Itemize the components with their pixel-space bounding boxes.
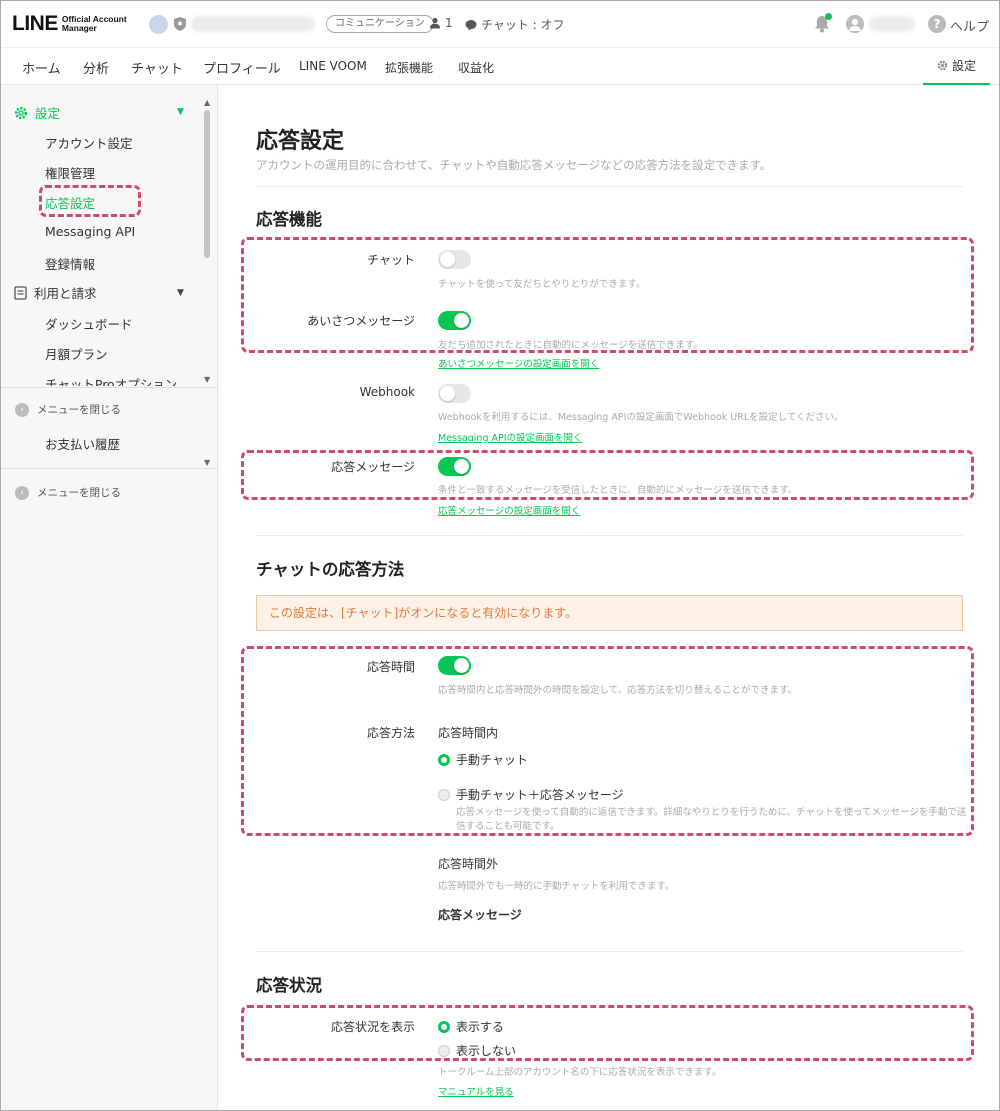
close-menu-label: メニューを閉じる [37,487,121,499]
main-nav: ホーム 分析 チャット プロフィール LINE VOOM 拡張機能 収益化 設定 [1,47,999,85]
chevron-down-icon[interactable]: ▼ [177,107,184,117]
section-title-response-features: 応答機能 [256,210,322,229]
divider [256,951,963,952]
nav-line-voom[interactable]: LINE VOOM [299,59,367,73]
section-title-chat-response: チャットの応答方法 [256,560,405,579]
logo-subtext: Official Account Manager [61,14,127,33]
nav-home[interactable]: ホーム [22,58,61,77]
sidebar-group-settings[interactable]: 設定 [14,103,60,122]
sidebar-item-permissions[interactable]: 権限管理 [45,163,95,182]
sidebar-item-payment-history[interactable]: お支払い履歴 [45,434,120,453]
sidebar-item-monthly-plan[interactable]: 月額プラン [45,344,108,363]
chat-bubble-icon [465,19,477,30]
section-title-response-status: 応答状況 [256,976,322,995]
nav-settings-tab[interactable]: 設定 [923,48,990,85]
webhook-description: Webhookを利用するには、Messaging APIの設定画面でWebhoo… [438,412,844,423]
highlight-response-status [241,1005,974,1061]
nav-extensions[interactable]: 拡張機能 [385,59,433,76]
sidebar-item-chat-pro[interactable]: チャットProオプション [45,374,177,386]
highlight-auto-reply [241,450,974,500]
chevron-down-icon[interactable]: ▼ [177,288,184,298]
sidebar-group-billing-label: 利用と請求 [34,286,97,301]
greeting-settings-link[interactable]: あいさつメッセージの設定画面を開く [438,356,599,370]
account-avatar[interactable] [149,15,168,34]
user-name-redacted [869,16,915,32]
divider [256,186,963,187]
highlight-chat-greeting [241,237,974,353]
auto-reply-settings-link[interactable]: 応答メッセージの設定画面を開く [438,503,580,517]
account-name-redacted [191,16,315,32]
highlight-response-hours-method [241,646,974,836]
nav-profile[interactable]: プロフィール [203,58,281,77]
sidebar-item-dashboard[interactable]: ダッシュボード [45,314,133,333]
webhook-toggle[interactable] [438,384,471,403]
help-link[interactable]: ヘルプ [950,16,989,35]
user-avatar[interactable] [846,15,864,33]
sidebar-item-registration-info[interactable]: 登録情報 [45,254,95,273]
gear-icon [937,60,948,71]
page-subtitle: アカウントの運用目的に合わせて、チャットや自動応答メッセージなどの応答方法を設定… [256,158,772,172]
sidebar-divider [1,387,217,388]
sidebar-divider [1,468,217,469]
chevron-left-icon: ‹ [15,485,29,500]
messaging-api-link[interactable]: Messaging APIの設定画面を開く [438,430,583,444]
scroll-up-arrow[interactable]: ▲ [204,99,211,107]
outside-hours-value: 応答メッセージ [438,908,522,922]
divider [256,535,963,536]
sidebar-group-billing[interactable]: 利用と請求 [14,283,97,302]
logo-text: LINE [12,12,58,35]
chevron-left-icon: ‹ [15,402,29,417]
user-icon [846,15,864,33]
manual-link[interactable]: マニュアルを見る [438,1084,514,1098]
chat-status[interactable]: チャット : オフ [465,16,565,33]
close-menu-label: メニューを閉じる [37,404,121,416]
person-icon [430,17,440,29]
friend-count-value: 1 [445,16,453,30]
scroll-down-arrow[interactable]: ▼ [204,376,211,384]
notification-dot [825,13,832,20]
highlight-sidebar-response-settings [39,185,141,217]
sidebar-group-settings-label: 設定 [35,106,61,121]
nav-analytics[interactable]: 分析 [83,58,109,77]
friend-count[interactable]: 1 [429,16,453,30]
nav-chat[interactable]: チャット [131,58,183,77]
shield-icon [174,17,186,31]
chat-status-text: チャット : オフ [481,18,565,32]
status-description: トークルーム上部のアカウント名の下に応答状況を表示できます。 [438,1067,722,1078]
help-icon[interactable]: ? [928,15,946,33]
close-menu-button[interactable]: ‹ メニューを閉じる [15,485,121,500]
outside-hours-description: 応答時間外でも一時的に手動チャットを利用できます。 [438,881,675,892]
nav-monetization[interactable]: 収益化 [458,59,494,76]
sidebar-scrollbar[interactable] [204,110,210,258]
account-type-pill: コミュニケーション [326,15,434,33]
app-frame: LINE Official Account Manager コミュニケーション … [0,0,1000,1111]
scroll-down-arrow[interactable]: ▼ [204,459,211,467]
warning-banner: この設定は、[チャット]がオンになると有効になります。 [256,595,963,631]
gear-icon [14,106,28,119]
sidebar-item-account-settings[interactable]: アカウント設定 [45,133,133,152]
webhook-label: Webhook [359,385,415,399]
page-title: 応答設定 [256,129,345,154]
close-menu-button[interactable]: ‹ メニューを閉じる [15,402,121,417]
nav-settings-label: 設定 [951,59,976,73]
outside-hours-heading: 応答時間外 [438,857,499,871]
top-bar: LINE Official Account Manager コミュニケーション … [1,1,999,47]
document-icon [14,285,27,300]
sidebar-item-messaging-api[interactable]: Messaging API [45,224,135,239]
sidebar: ▲ ▼ 設定 ▼ アカウント設定 権限管理 応答設定 Messaging API… [1,85,218,1110]
line-logo[interactable]: LINE Official Account Manager [12,12,134,36]
